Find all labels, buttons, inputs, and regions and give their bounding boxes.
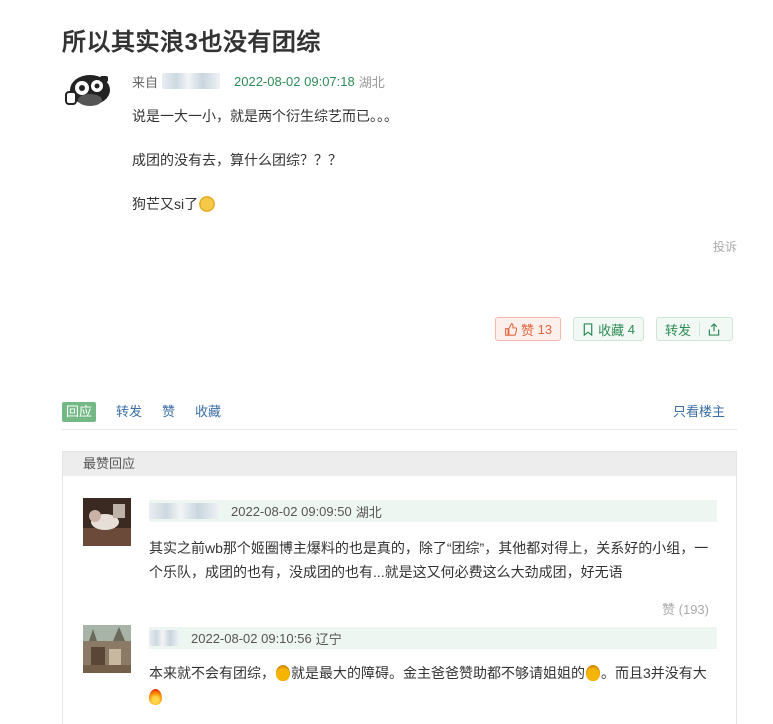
money-bag-icon [276,665,290,681]
report-link[interactable]: 投诉 [713,238,737,255]
commenter-name-blurred[interactable] [149,630,179,646]
comment-text: 本来就不会有团综， 就是最大的障碍。金主爸爸赞助都不够请姐姐的 。而且3并没有大 [149,661,717,709]
comment-location: 湖北 [355,504,382,520]
post-time: 2022-08-02 09:07:18 [234,73,355,89]
tab-like[interactable]: 赞 [162,402,175,422]
comment-like-button[interactable]: 赞 (193) [662,599,709,618]
post-body: 说是一大一小，就是两个衍生综艺而已。。。 成团的没有去，算什么团综？？？ 狗芒又… [132,106,692,238]
post-actions: 赞 13 收藏 4 转发 [495,317,733,341]
like-button[interactable]: 赞 13 [495,317,562,341]
money-bag-icon [586,665,600,681]
commenter-name-blurred[interactable] [149,503,219,519]
post-paragraph: 狗芒又si了 [132,194,692,214]
favorite-button[interactable]: 收藏 4 [573,317,644,341]
commenter-avatar[interactable] [83,625,131,673]
post-title: 所以其实浪3也没有团综 [62,29,321,56]
author-only-link[interactable]: 只看楼主 [673,402,725,422]
comment-time: 2022-08-02 09:09:50 [231,503,352,519]
post-paragraph-text: 狗芒又si了 [132,196,199,212]
share-label[interactable]: 转发 [657,318,699,340]
favorite-count: 4 [627,321,635,337]
comment-text-part: 本来就不会有团综， [149,665,275,681]
sun-emoji-icon [199,196,216,212]
tab-forward[interactable]: 转发 [116,402,142,422]
post-paragraph: 成团的没有去，算什么团综？？？ [132,152,342,168]
post-paragraph: 说是一大一小，就是两个衍生综艺而已。。。 [132,108,398,124]
author-name-blurred[interactable] [162,73,221,89]
comment-text: 其实之前wb那个姬圈博主爆料的也是真的，除了“团综”，其他都对得上，关系好的小组… [149,536,717,584]
comment-text-line: 其实之前wb那个姬圈博主爆料的也是真的，除了“团综”，其他都对得上，关系好的小组… [149,540,709,556]
comment-item: 2022-08-02 09:09:50 湖北 其实之前wb那个姬圈博主爆料的也是… [83,498,717,617]
comment-meta: 2022-08-02 09:09:50 湖北 [149,500,717,522]
fire-icon [149,689,162,705]
comment-text-line: 个乐队，成团的也有，没成团的也有...就是这又何必费这么大劲成团，好无语 [149,564,623,580]
favorite-label: 收藏 [598,322,625,338]
best-replies-section: 最赞回应 2022-08-02 09:09:50 湖北 其实之前wb那个姬圈博主… [62,451,737,724]
comment-location: 辽宁 [315,631,342,647]
from-label: 来自 [132,74,159,90]
like-count: 13 [537,321,553,337]
comment-text-part: 就是最大的障碍。金主爸爸赞助都不够请姐姐的 [291,665,585,681]
author-avatar[interactable] [62,66,112,116]
commenter-avatar[interactable] [83,498,131,546]
comment-meta: 2022-08-02 09:10:56 辽宁 [149,627,717,649]
post-location: 湖北 [358,74,385,90]
best-replies-header: 最赞回应 [63,452,736,476]
post-meta: 来自 2022-08-02 09:07:18 湖北 [132,72,385,90]
share-icon[interactable] [700,318,732,340]
comment-text-part: 。而且3并没有大 [601,665,707,681]
reply-tabbar: 回应 转发 赞 收藏 只看楼主 [62,402,737,430]
bookmark-icon [583,322,593,336]
like-label: 赞 [521,322,535,338]
tab-collect[interactable]: 收藏 [195,402,221,422]
comment-item: 2022-08-02 09:10:56 辽宁 本来就不会有团综， 就是最大的障碍。… [83,625,717,724]
tab-reply[interactable]: 回应 [62,402,97,422]
share-button[interactable]: 转发 [655,317,733,341]
thumbs-up-icon [505,322,517,336]
comment-time: 2022-08-02 09:10:56 [191,630,312,646]
